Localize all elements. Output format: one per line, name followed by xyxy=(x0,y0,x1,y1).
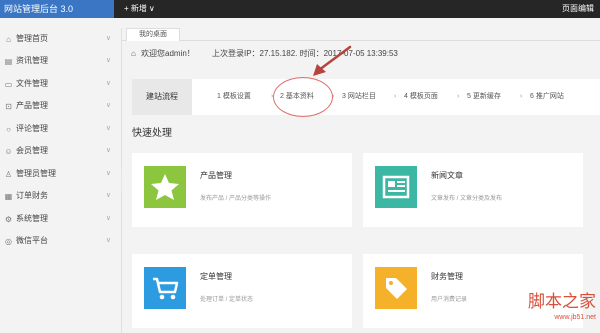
steps-label: 建站流程 xyxy=(132,79,192,115)
build-steps: 建站流程 1 模板设置 › 2 基本资料 › 3 网站栏目 › 4 模板页面 ›… xyxy=(132,77,600,117)
card-desc: 文章发布 / 文章分类及发布 xyxy=(431,196,503,202)
new-button[interactable]: + 新增 ∨ xyxy=(124,0,155,18)
welcome-text: 欢迎您admin！ xyxy=(141,49,195,58)
chevron-down-icon: ∨ xyxy=(105,125,111,132)
last-login-text: 上次登录IP：27.15.182. 时间：2017-07-05 13:39:53 xyxy=(212,49,398,58)
card-desc: 用户消费记录 xyxy=(431,297,468,303)
sidebar-item-home[interactable]: ⌂ 管理首页 ∨ xyxy=(0,28,121,50)
sidebar-item-members[interactable]: ☺ 会员管理 ∨ xyxy=(0,140,121,162)
sidebar: ⌂ 管理首页 ∨ ▤ 资讯管理 ∨ ▭ 文件管理 ∨ ⊡ 产品管理 ∨ ○ 评论管理 ∨ ☺ 会员管理… xyxy=(0,28,122,333)
tab-bar: 我的桌面 xyxy=(122,18,600,41)
sidebar-item-label: 管理首页 xyxy=(16,34,48,43)
sidebar-item-label: 评论管理 xyxy=(16,124,48,133)
card-news[interactable]: 新闻文章 文章发布 / 文章分类及发布 xyxy=(363,153,583,227)
sidebar-item-files[interactable]: ▭ 文件管理 ∨ xyxy=(0,73,121,95)
sidebar-item-comments[interactable]: ○ 评论管理 ∨ xyxy=(0,118,121,140)
chevron-down-icon: ∨ xyxy=(105,170,111,177)
chevron-right-icon: › xyxy=(457,93,460,100)
welcome-bar: ⌂ 欢迎您admin！ 上次登录IP：27.15.182. 时间：2017-07… xyxy=(122,44,600,64)
chevron-down-icon: ∨ xyxy=(148,4,155,13)
chevron-down-icon: ∨ xyxy=(105,237,111,244)
card-products[interactable]: 产品管理 发布产品 / 产品分类等操作 xyxy=(132,153,352,227)
chevron-down-icon: ∨ xyxy=(105,215,111,222)
step-columns[interactable]: 3 网站栏目 xyxy=(342,79,376,115)
user-icon: ☺ xyxy=(4,147,13,156)
app-title[interactable]: 网站管理后台 3.0 xyxy=(0,0,114,18)
step-promote[interactable]: 6 推广网站 xyxy=(530,79,564,115)
card-title: 定单管理 xyxy=(200,272,232,281)
news-icon: ▤ xyxy=(4,57,13,66)
watermark-url: www.jb51.net xyxy=(554,314,596,321)
chevron-down-icon: ∨ xyxy=(105,80,111,87)
new-button-label: + 新增 xyxy=(124,4,147,13)
card-desc: 处理订单 / 定单状态 xyxy=(200,297,254,303)
wechat-icon: ◎ xyxy=(5,237,12,246)
home-icon: ⌂ xyxy=(131,49,136,58)
card-orders[interactable]: 定单管理 处理订单 / 定单状态 xyxy=(132,254,352,328)
card-title: 产品管理 xyxy=(200,171,232,180)
sidebar-item-label: 资讯管理 xyxy=(16,56,48,65)
chevron-right-icon: › xyxy=(394,93,397,100)
top-bar: 网站管理后台 3.0 + 新增 ∨ 页面编辑 xyxy=(0,0,600,18)
sidebar-item-orders[interactable]: ▦ 订单财务 ∨ xyxy=(0,185,121,207)
step-template[interactable]: 1 模板设置 xyxy=(217,79,251,115)
main-content: 我的桌面 ⌂ 欢迎您admin！ 上次登录IP：27.15.182. 时间：20… xyxy=(122,18,600,333)
sidebar-item-label: 管理员管理 xyxy=(16,169,56,178)
card-desc: 发布产品 / 产品分类等操作 xyxy=(200,196,272,202)
sidebar-item-label: 会员管理 xyxy=(16,146,48,155)
home-icon: ⌂ xyxy=(6,35,11,44)
file-icon: ▭ xyxy=(4,80,13,89)
tag-icon xyxy=(375,267,417,309)
sidebar-item-wechat[interactable]: ◎ 微信平台 ∨ xyxy=(0,230,121,252)
step-pages[interactable]: 4 模板页面 xyxy=(404,79,438,115)
star-icon xyxy=(144,166,186,208)
admin-icon: ♙ xyxy=(4,170,13,179)
sidebar-item-system[interactable]: ⚙ 系统管理 ∨ xyxy=(0,208,121,230)
chevron-down-icon: ∨ xyxy=(105,192,111,199)
sidebar-item-products[interactable]: ⊡ 产品管理 ∨ xyxy=(0,95,121,117)
quick-actions-title: 快速处理 xyxy=(132,128,172,139)
watermark-logo: 脚本之家 www.jb51.net xyxy=(486,291,596,331)
sidebar-item-admins[interactable]: ♙ 管理员管理 ∨ xyxy=(0,163,121,185)
chevron-right-icon: › xyxy=(520,93,523,100)
cart-icon xyxy=(144,267,186,309)
annotation-oval xyxy=(273,77,333,117)
sidebar-item-label: 微信平台 xyxy=(16,236,48,245)
chevron-down-icon: ∨ xyxy=(105,35,111,42)
page-edit-link[interactable]: 页面编辑 xyxy=(562,0,594,18)
chevron-down-icon: ∨ xyxy=(105,147,111,154)
watermark-title: 脚本之家 xyxy=(528,292,596,312)
step-cache[interactable]: 5 更新缓存 xyxy=(467,79,501,115)
card-title: 财务管理 xyxy=(431,272,463,281)
sidebar-item-label: 系统管理 xyxy=(16,214,48,223)
chevron-down-icon: ∨ xyxy=(105,57,111,64)
sidebar-item-news[interactable]: ▤ 资讯管理 ∨ xyxy=(0,50,121,72)
cart-icon: ⊡ xyxy=(5,102,12,111)
order-icon: ▦ xyxy=(4,192,13,201)
newspaper-icon xyxy=(375,166,417,208)
comment-icon: ○ xyxy=(6,125,11,134)
gear-icon: ⚙ xyxy=(4,215,13,224)
sidebar-item-label: 订单财务 xyxy=(16,191,48,200)
card-title: 新闻文章 xyxy=(431,171,463,180)
chevron-down-icon: ∨ xyxy=(105,102,111,109)
sidebar-item-label: 文件管理 xyxy=(16,79,48,88)
sidebar-item-label: 产品管理 xyxy=(16,101,48,110)
tab-desktop[interactable]: 我的桌面 xyxy=(126,28,180,41)
